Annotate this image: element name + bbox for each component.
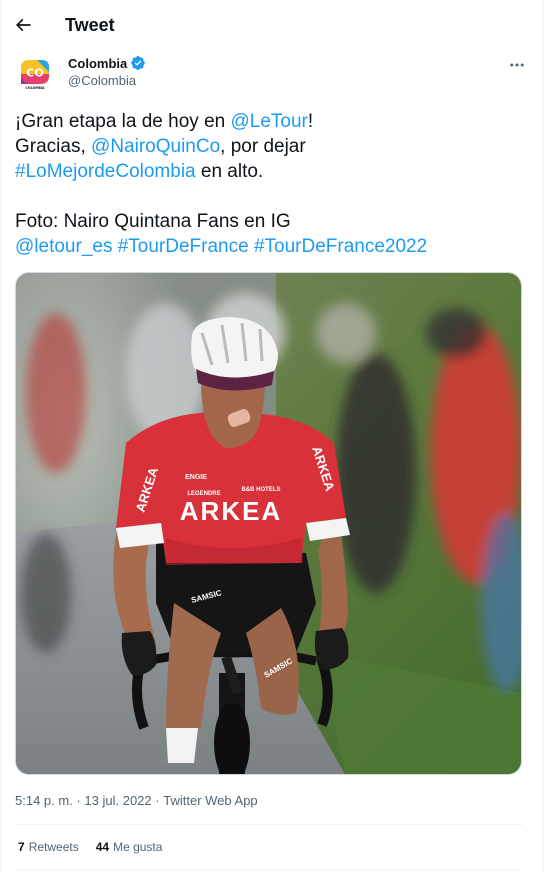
likes-stat[interactable]: 44 Me gusta [96,840,163,854]
mention-letour-es[interactable]: @letour_es [15,236,112,257]
author-display-name[interactable]: Colombia [68,56,127,71]
likes-label: Me gusta [113,840,163,854]
hashtag-lomejordecolombia[interactable]: #LoMejordeColombia [15,161,196,182]
hashtag-tourdefrance[interactable]: #TourDeFrance [118,236,249,257]
tweet-line-4: Foto: Nairo Quintana Fans en IG [15,211,291,232]
tweet-line-1: ¡Gran etapa la de hoy en @LeTour! [15,109,525,134]
author-handle[interactable]: @Colombia [68,73,146,88]
more-horizontal-icon [510,63,524,67]
arrow-left-icon [15,18,31,32]
divider [15,869,523,870]
tweet-text: ¡Gran etapa la de hoy en @LeTour! Gracia… [15,109,525,259]
tweet-line-5: @letour_es #TourDeFrance #TourDeFrance20… [15,234,525,259]
tweet-meta: 5:14 p. m. · 13 jul. 2022 · Twitter Web … [15,793,258,808]
tweet-text-segment: ¡Gran etapa la de hoy en [15,111,231,132]
cyclist-photo: ARKEA ENGIE LEGENDRE B&B HOTELS ARKEA AR… [16,273,521,774]
back-button[interactable] [6,8,40,42]
jersey-sponsor-3: B&B HOTELS [242,487,281,493]
retweets-count: 7 [18,840,25,854]
avatar[interactable]: CO COLOMBIA [17,56,53,92]
tweet-photo[interactable]: ARKEA ENGIE LEGENDRE B&B HOTELS ARKEA AR… [15,272,522,775]
tweet-line-3: #LoMejordeColombia en alto. [15,159,525,184]
colombia-logo-icon: CO COLOMBIA [21,60,49,90]
mention-nairoquinco[interactable]: @NairoQuinCo [91,136,220,157]
tweet-time[interactable]: 5:14 p. m. [15,793,73,808]
mention-letour[interactable]: @LeTour [230,111,307,132]
hashtag-tourdefrance2022[interactable]: #TourDeFrance2022 [254,236,427,257]
author-names: Colombia @Colombia [68,55,146,88]
tweet-author: CO COLOMBIA Colombia @Colombia [15,54,531,94]
tweet-text-segment: ! [307,111,314,132]
jersey-sponsor-1: ENGIE [185,474,207,481]
retweets-label: Retweets [28,840,79,854]
jersey-sponsor-2: LEGENDRE [187,491,220,497]
tweet-source[interactable]: Twitter Web App [163,793,257,808]
meta-separator: · [155,793,160,808]
tweet-line-2: Gracias, @NairoQuinCo, por dejar [15,134,525,159]
avatar-logo-subtext: COLOMBIA [26,86,45,90]
tweet-text-segment: en alto. [195,161,264,182]
tweet-text-segment: , por dejar [220,136,306,157]
tweet-text-segment: Gracias, [15,136,92,157]
verified-badge-icon [130,55,146,71]
avatar-logo-text: CO [26,67,43,80]
retweets-stat[interactable]: 7 Retweets [18,840,79,854]
tweet-page: Tweet CO COLOMBIA Colombia @Colombia ¡Gr… [0,0,544,872]
top-bar: Tweet [1,0,544,50]
page-title: Tweet [65,14,115,35]
tweet-stats: 7 Retweets 44 Me gusta [18,840,179,854]
more-options-button[interactable] [503,54,531,76]
meta-separator: · [76,793,81,808]
likes-count: 44 [95,840,110,854]
tweet-date[interactable]: 13 jul. 2022 [84,793,151,808]
jersey-text: ARKEA [180,496,282,526]
divider [15,824,523,825]
